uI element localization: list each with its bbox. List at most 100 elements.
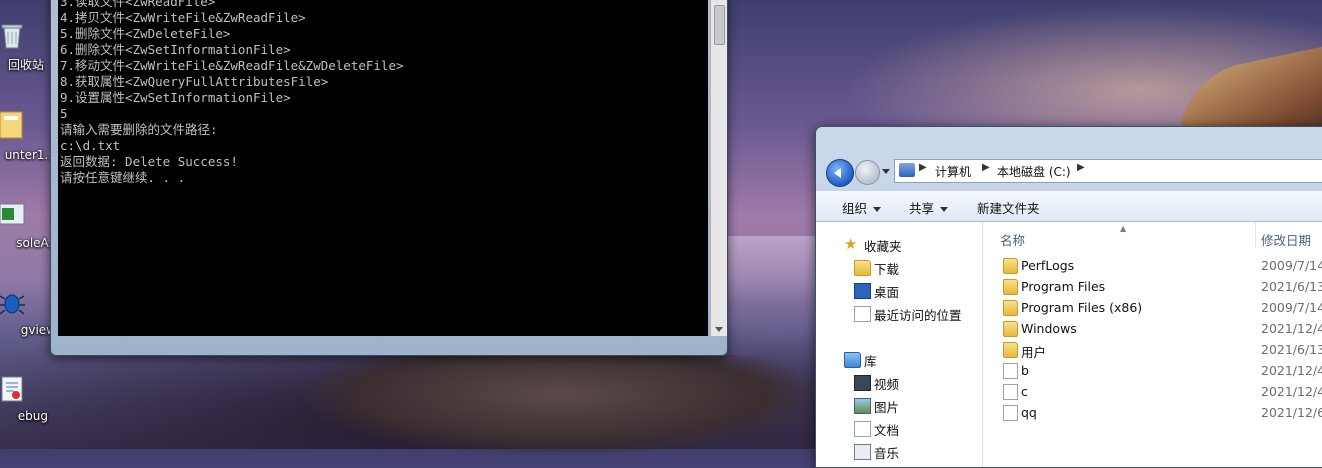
desktop-icon-recycle-bin[interactable]: 回收站 [0, 20, 44, 72]
share-label: 共享 [909, 201, 935, 216]
column-divider[interactable] [1255, 222, 1256, 248]
recent-pages-chevron-icon[interactable] [882, 169, 890, 174]
file-name: Windows [1021, 321, 1077, 336]
file-row[interactable]: 用户 2021/6/13 [983, 339, 1322, 360]
chevron-down-icon [940, 207, 949, 212]
address-bar[interactable]: ▶ 计算机 ▶ 本地磁盘 (C:) ▶ [894, 159, 1322, 183]
nav-item-downloads[interactable]: 下载 [854, 259, 899, 278]
desktop-icon-debugview-app[interactable]: gview [0, 287, 56, 337]
nav-item-videos[interactable]: 视频 [854, 374, 899, 393]
desktop-icon-console-app[interactable]: soleA... [0, 198, 60, 250]
console-line: 请输入需要删除的文件路径: [60, 122, 218, 137]
breadcrumb-local-disk[interactable]: 本地磁盘 (C:) [997, 163, 1071, 180]
folder-icon [1003, 300, 1018, 316]
file-row[interactable]: c 2021/12/4 [983, 381, 1322, 402]
nav-item-music[interactable]: 音乐 [854, 443, 899, 462]
desktop-icon-windbg-app[interactable]: ebug [0, 373, 48, 423]
file-row[interactable]: Windows 2021/12/4 [983, 318, 1322, 339]
file-row[interactable]: Program Files 2021/6/13 [983, 276, 1322, 297]
console-output[interactable]: 3.读取文件<ZwReadFile> 4.拷贝文件<ZwWriteFile&ZwR… [58, 0, 708, 336]
file-icon [1003, 405, 1018, 421]
share-button[interactable]: 共享 [909, 198, 949, 217]
nav-item-pictures[interactable]: 图片 [854, 397, 899, 416]
breadcrumb-chevron-icon[interactable]: ▶ [982, 162, 990, 173]
file-name: b [1021, 363, 1029, 378]
nav-item-favorites[interactable]: ★ 收藏夹 [844, 236, 902, 255]
nav-item-libraries[interactable]: 库 [844, 351, 877, 370]
recent-places-icon [854, 306, 871, 322]
explorer-window[interactable]: ▶ 计算机 ▶ 本地磁盘 (C:) ▶ 组织 共享 新建文件夹 ★ 收藏夹 下载… [815, 126, 1322, 468]
recycle-bin-icon [0, 20, 28, 52]
desktop-icon-hunter-app[interactable]: unter1... [0, 108, 56, 162]
folder-icon [1003, 342, 1018, 358]
file-name: c [1021, 384, 1028, 399]
new-folder-button[interactable]: 新建文件夹 [977, 198, 1040, 217]
documents-icon [854, 421, 871, 437]
pictures-icon [854, 398, 871, 414]
nav-item-recent[interactable]: 最近访问的位置 [854, 305, 962, 324]
organize-label: 组织 [842, 201, 868, 216]
music-icon [854, 444, 871, 460]
console-line: 8.获取属性<ZwQueryFullAttributesFile> [60, 74, 329, 89]
folder-app-icon [0, 108, 28, 140]
command-bar: 组织 共享 新建文件夹 [816, 191, 1322, 222]
desktop-icon-label: ebug [17, 409, 48, 423]
folder-icon [1003, 258, 1018, 274]
file-row[interactable]: PerfLogs 2009/7/14 [983, 255, 1322, 276]
console-line: 4.拷贝文件<ZwWriteFile&ZwReadFile> [60, 10, 306, 25]
file-name: qq [1021, 405, 1037, 420]
file-name: 用户 [1021, 345, 1047, 360]
scroll-down-arrow-icon[interactable] [715, 327, 723, 332]
file-icon [1003, 384, 1018, 400]
navigation-pane[interactable]: ★ 收藏夹 下载 桌面 最近访问的位置 库 视频 图片 文档 音乐 [816, 222, 983, 467]
console-line: 请按任意键继续. . . [60, 170, 186, 185]
videos-icon [854, 375, 871, 391]
console-scrollbar[interactable] [710, 0, 727, 336]
file-modified-date: 2021/6/13 [1261, 279, 1322, 294]
file-name: PerfLogs [1021, 258, 1075, 273]
file-list[interactable]: ▲ 名称 修改日期 PerfLogs 2009/7/14 Program Files… [983, 222, 1322, 467]
file-modified-date: 2009/7/14 [1261, 258, 1322, 273]
file-modified-date: 2021/12/4 [1261, 363, 1322, 378]
breadcrumb-chevron-icon[interactable]: ▶ [1077, 162, 1085, 173]
wallpaper-horizon [720, 236, 830, 306]
debugger-icon [0, 373, 28, 405]
console-line: 3.读取文件<ZwReadFile> [60, 0, 216, 9]
column-header-name[interactable]: 名称 [1000, 230, 1025, 249]
sort-ascending-icon: ▲ [1120, 224, 1127, 233]
console-window[interactable]: 3.读取文件<ZwReadFile> 4.拷贝文件<ZwWriteFile&ZwR… [50, 0, 728, 356]
breadcrumb-computer[interactable]: 计算机 [935, 163, 971, 180]
back-button[interactable] [826, 159, 854, 187]
desktop-icon-label: 回收站 [7, 58, 44, 72]
desktop-icon [854, 283, 871, 299]
scrollbar-thumb[interactable] [714, 5, 725, 45]
console-line: 6.删除文件<ZwSetInformationFile> [60, 42, 291, 57]
address-row: ▶ 计算机 ▶ 本地磁盘 (C:) ▶ [816, 155, 1322, 187]
file-modified-date: 2021/12/4 [1261, 321, 1322, 336]
organize-button[interactable]: 组织 [842, 198, 882, 217]
forward-button[interactable] [855, 160, 880, 185]
console-line: 5.删除文件<ZwDeleteFile> [60, 26, 231, 41]
wallpaper-rocks [300, 355, 820, 455]
file-row[interactable]: qq 2021/12/6 [983, 402, 1322, 423]
console-line: c:\d.txt [60, 138, 121, 153]
folder-icon [1003, 321, 1018, 337]
downloads-folder-icon [854, 260, 871, 276]
file-name: Program Files [1021, 279, 1106, 294]
nav-item-documents[interactable]: 文档 [854, 420, 899, 439]
nav-item-desktop[interactable]: 桌面 [854, 282, 899, 301]
console-line: 7.移动文件<ZwWriteFile&ZwReadFile&ZwDeleteFi… [60, 58, 404, 73]
file-row[interactable]: b 2021/12/4 [983, 360, 1322, 381]
file-row[interactable]: Program Files (x86) 2009/7/14 [983, 297, 1322, 318]
column-header-modified[interactable]: 修改日期 [1261, 230, 1311, 249]
console-line: 5 [60, 106, 68, 121]
console-line: 返回数据: Delete Success! [60, 154, 238, 169]
chevron-down-icon [873, 207, 882, 212]
breadcrumb-chevron-icon[interactable]: ▶ [919, 162, 927, 173]
file-name: Program Files (x86) [1021, 300, 1143, 315]
file-modified-date: 2021/6/13 [1261, 342, 1322, 357]
file-modified-date: 2021/12/4 [1261, 384, 1322, 399]
desktop-icon-label: unter1... [4, 148, 56, 162]
console-lines: 3.读取文件<ZwReadFile> 4.拷贝文件<ZwWriteFile&ZwR… [58, 0, 404, 186]
folder-icon [1003, 279, 1018, 295]
